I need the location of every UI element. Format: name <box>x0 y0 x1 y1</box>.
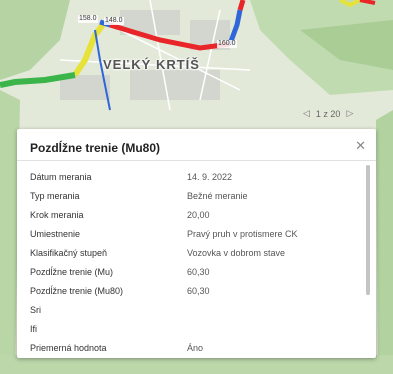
attribute-label: Priemerná hodnota <box>30 342 107 353</box>
scrollbar-thumb[interactable] <box>366 165 370 295</box>
attribute-label: Krok merania <box>30 209 84 220</box>
attribute-value: Vozovka v dobrom stave <box>187 247 286 258</box>
road-tag: 158.0 <box>78 15 98 23</box>
attribute-label: Pozdĺžne trenie (Mu80) <box>30 285 124 296</box>
pager-prev-button[interactable]: ◁ <box>303 108 310 119</box>
pager-next-button[interactable]: ▷ <box>346 108 353 119</box>
attribute-value: Áno <box>187 342 204 353</box>
attribute-value: 60,30 <box>187 285 210 296</box>
attribute-row: Typ merania Bežné meranie <box>30 186 360 205</box>
attribute-row: Ifi <box>30 319 360 338</box>
attribute-label: Sri <box>30 304 41 315</box>
attribute-value: Bežné meranie <box>187 190 248 201</box>
road-tag: 160.0 <box>217 40 237 48</box>
attribute-label: Dátum merania <box>30 171 92 182</box>
attribute-label: Pozdĺžne trenie (Mu) <box>30 266 114 277</box>
attribute-row: Priemerná hodnota Áno <box>30 338 360 357</box>
attribute-value: 20,00 <box>187 209 210 220</box>
popup-scrollbar[interactable] <box>366 165 370 295</box>
attribute-row: Pozdĺžne trenie (Mu80) 60,30 <box>30 281 360 300</box>
attribute-value: Pravý pruh v protismere CK <box>187 228 298 239</box>
road-tag: 148.0 <box>104 17 124 25</box>
pager-count: 1 z 20 <box>315 108 341 119</box>
attribute-label: Typ merania <box>30 190 80 201</box>
attribute-list: Dátum merania 14. 9. 2022 Typ merania Bežn… <box>30 167 360 357</box>
divider <box>17 160 376 161</box>
popup-title: Pozdĺžne trenie (Mu80) <box>30 141 161 155</box>
close-button[interactable]: ✕ <box>355 139 366 152</box>
attribute-value: 14. 9. 2022 <box>187 171 233 182</box>
attribute-row: Pozdĺžne trenie (Mu) 60,30 <box>30 262 360 281</box>
attribute-row: Krok merania 20,00 <box>30 205 360 224</box>
attribute-label: Ifi <box>30 323 38 334</box>
attribute-row: Klasifikačný stupeň Vozovka v dobrom stav… <box>30 243 360 262</box>
attribute-label: Klasifikačný stupeň <box>30 247 108 258</box>
popup-pager: ◁ 1 z 20 ▷ <box>303 108 353 119</box>
attribute-row: Dátum merania 14. 9. 2022 <box>30 167 360 186</box>
feature-popup: Pozdĺžne trenie (Mu80) ✕ Dátum merania 14… <box>17 129 376 358</box>
attribute-row: Sri <box>30 300 360 319</box>
attribute-label: Umiestnenie <box>30 228 81 239</box>
attribute-row: Umiestnenie Pravý pruh v protismere CK <box>30 224 360 243</box>
attribute-value: 60,30 <box>187 266 210 277</box>
town-label: VEĽKÝ KRTÍŠ <box>103 57 200 72</box>
